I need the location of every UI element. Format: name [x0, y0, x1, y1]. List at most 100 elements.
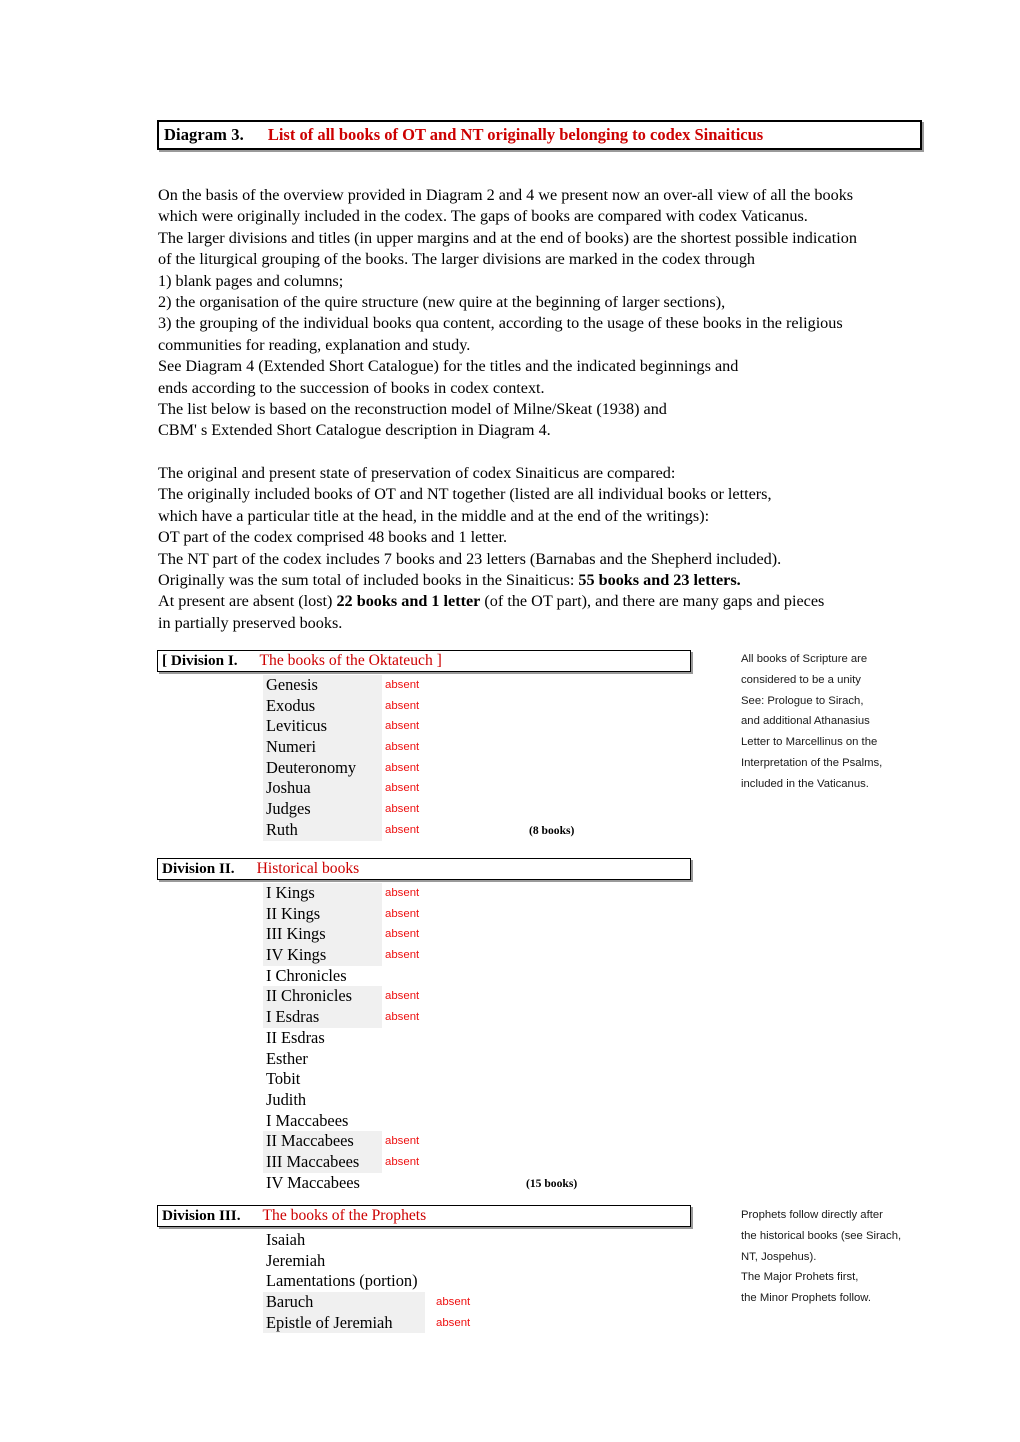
margin-note-line-1: Prophets follow directly after [741, 1209, 883, 1221]
absent-status-badge: absent [385, 907, 420, 920]
book-row: Exodus absent [157, 695, 691, 717]
book-row: Baruch absent [157, 1292, 691, 1313]
book-row: I Maccabees [157, 1111, 691, 1132]
intro-line-3: The larger divisions and titles (in uppe… [158, 228, 857, 247]
margin-note-line-2: considered to be a unity [741, 673, 861, 686]
division-block-2: Division II. Historical books I Kings abs… [157, 858, 691, 1193]
division-1-book-list: Genesis absent Exodus absent Leviticus absent… [157, 675, 691, 841]
book-row: Judith [157, 1090, 691, 1111]
book-row: Genesis absent [157, 675, 691, 696]
partial-books-line: in partially preserved books. [158, 613, 343, 632]
book-name: Numeri [263, 737, 382, 758]
division-3-name: The books of the Prophets [262, 1207, 427, 1224]
book-row: Esther [157, 1049, 691, 1070]
book-row: Epistle of Jeremiah absent [157, 1312, 691, 1334]
absent-status-badge: absent [385, 679, 420, 691]
division-1-margin-note: All books of Scripture are considered to … [741, 649, 1001, 795]
book-name: Deuteronomy [263, 757, 382, 779]
division-1-header: [ Division I. The books of the Oktateuch… [157, 650, 691, 672]
margin-note-line-4: The Major Prohets first, [741, 1271, 859, 1284]
book-name: Leviticus [263, 716, 382, 738]
book-row: Judges absent [157, 799, 691, 820]
division-3-header: Division III. The books of the Prophets [157, 1205, 691, 1227]
absent-status-badge: absent [385, 990, 420, 1003]
book-name: Epistle of Jeremiah [263, 1312, 425, 1334]
margin-note-line-2: the historical books (see Sirach, [741, 1229, 902, 1242]
book-row: IV Maccabees (15 books) [157, 1173, 691, 1194]
intro-line-2: which were originally included in the co… [158, 207, 808, 226]
intro-line-1: On the basis of the overview provided in… [158, 186, 854, 204]
book-row: II Chronicles absent [157, 986, 691, 1008]
book-name: Judges [263, 799, 382, 820]
intro-line-12: CBM' s Extended Short Catalogue descript… [158, 421, 551, 440]
diagram-title-text: List of all books of OT and NT originall… [267, 125, 764, 144]
division-2-header: Division II. Historical books [157, 858, 691, 880]
absent-status-badge: absent [385, 1155, 420, 1168]
book-name: Ruth [263, 819, 382, 841]
book-row: II Esdras [157, 1028, 691, 1049]
margin-note-line-5: the Minor Prophets follow. [741, 1292, 871, 1305]
book-row: III Kings absent [157, 924, 691, 946]
division-1-number: [ Division I. [162, 652, 238, 669]
book-name: Genesis [263, 675, 382, 696]
book-row: Isaiah [157, 1230, 691, 1251]
summary-line-4: OT part of the codex comprised 48 books … [158, 528, 507, 547]
book-name: Jeremiah [266, 1250, 326, 1270]
division-3-number: Division III. [162, 1207, 241, 1224]
book-name: III Maccabees [263, 1151, 382, 1173]
summary-line-3: which have a particular title at the hea… [158, 506, 710, 525]
margin-note-line-3: See: Prologue to Sirach, [741, 694, 864, 707]
book-name: Baruch [263, 1292, 425, 1313]
book-row: IV Kings absent [157, 945, 691, 966]
book-row: I Esdras absent [157, 1007, 691, 1028]
absent-status-badge: absent [385, 782, 420, 795]
book-row: Ruth absent (8 books) [157, 819, 691, 841]
book-name: Tobit [266, 1069, 301, 1089]
division-2-number: Division II. [162, 860, 235, 877]
book-name: Isaiah [266, 1230, 306, 1249]
absent-status-badge: absent [436, 1316, 471, 1329]
book-name: Lamentations (portion) [266, 1271, 418, 1291]
book-name: IV Kings [263, 945, 382, 966]
book-name: I Maccabees [266, 1110, 349, 1130]
book-name: Exodus [263, 695, 382, 717]
margin-note-line-1: All books of Scripture are [741, 653, 868, 665]
margin-note-line-3: NT, Jospehus). [741, 1250, 817, 1263]
absent-status-badge: absent [385, 1011, 420, 1024]
division-3-book-list: Isaiah Jeremiah Lamentations (portion) Baru… [157, 1230, 691, 1334]
diagram-title-box: Diagram 3. List of all books of OT and N… [157, 120, 922, 150]
book-name: I Esdras [263, 1007, 382, 1028]
division-book-count: (8 books) [529, 823, 575, 837]
intro-line-10: ends according to the succession of book… [158, 378, 545, 397]
intro-line-7: 3) the grouping of the individual books … [158, 314, 843, 333]
division-book-count: (15 books) [526, 1176, 578, 1190]
book-name: Esther [266, 1048, 308, 1068]
book-row: Leviticus absent [157, 716, 691, 738]
intro-line-11: The list below is based on the reconstru… [158, 400, 667, 419]
absent-status-badge: absent [385, 803, 420, 816]
absent-status-badge: absent [385, 741, 420, 754]
absent-status-badge: absent [436, 1296, 471, 1309]
book-row: II Kings absent [157, 903, 691, 925]
book-row: Jeremiah [157, 1251, 691, 1272]
summary-line-5: The NT part of the codex includes 7 book… [158, 549, 782, 568]
book-row: I Chronicles [157, 966, 691, 987]
book-row: Deuteronomy absent [157, 757, 691, 779]
division-2-name: Historical books [256, 860, 360, 877]
book-row: II Maccabees absent [157, 1131, 691, 1152]
margin-note-line-6: Interpretation of the Psalms, [741, 756, 883, 769]
intro-line-6: 2) the organisation of the quire structu… [158, 293, 726, 312]
book-name: II Maccabees [263, 1131, 382, 1152]
book-row: Joshua absent [157, 778, 691, 800]
margin-note-line-7: included in the Vaticanus. [741, 777, 869, 790]
book-row: III Maccabees absent [157, 1151, 691, 1173]
absent-status-badge: absent [385, 699, 420, 712]
absent-status-badge: absent [385, 887, 420, 899]
division-block-1: [ Division I. The books of the Oktateuch… [157, 650, 691, 841]
margin-note-line-5: Letter to Marcellinus on the [741, 736, 878, 749]
book-row: Tobit [157, 1069, 691, 1090]
absent-books-line-bold: 22 books and 1 letter [336, 592, 481, 611]
book-name: II Esdras [266, 1027, 325, 1047]
book-name: IV Maccabees [266, 1172, 360, 1192]
absent-books-line: At present are absent (lost) 22 books an… [158, 592, 825, 611]
